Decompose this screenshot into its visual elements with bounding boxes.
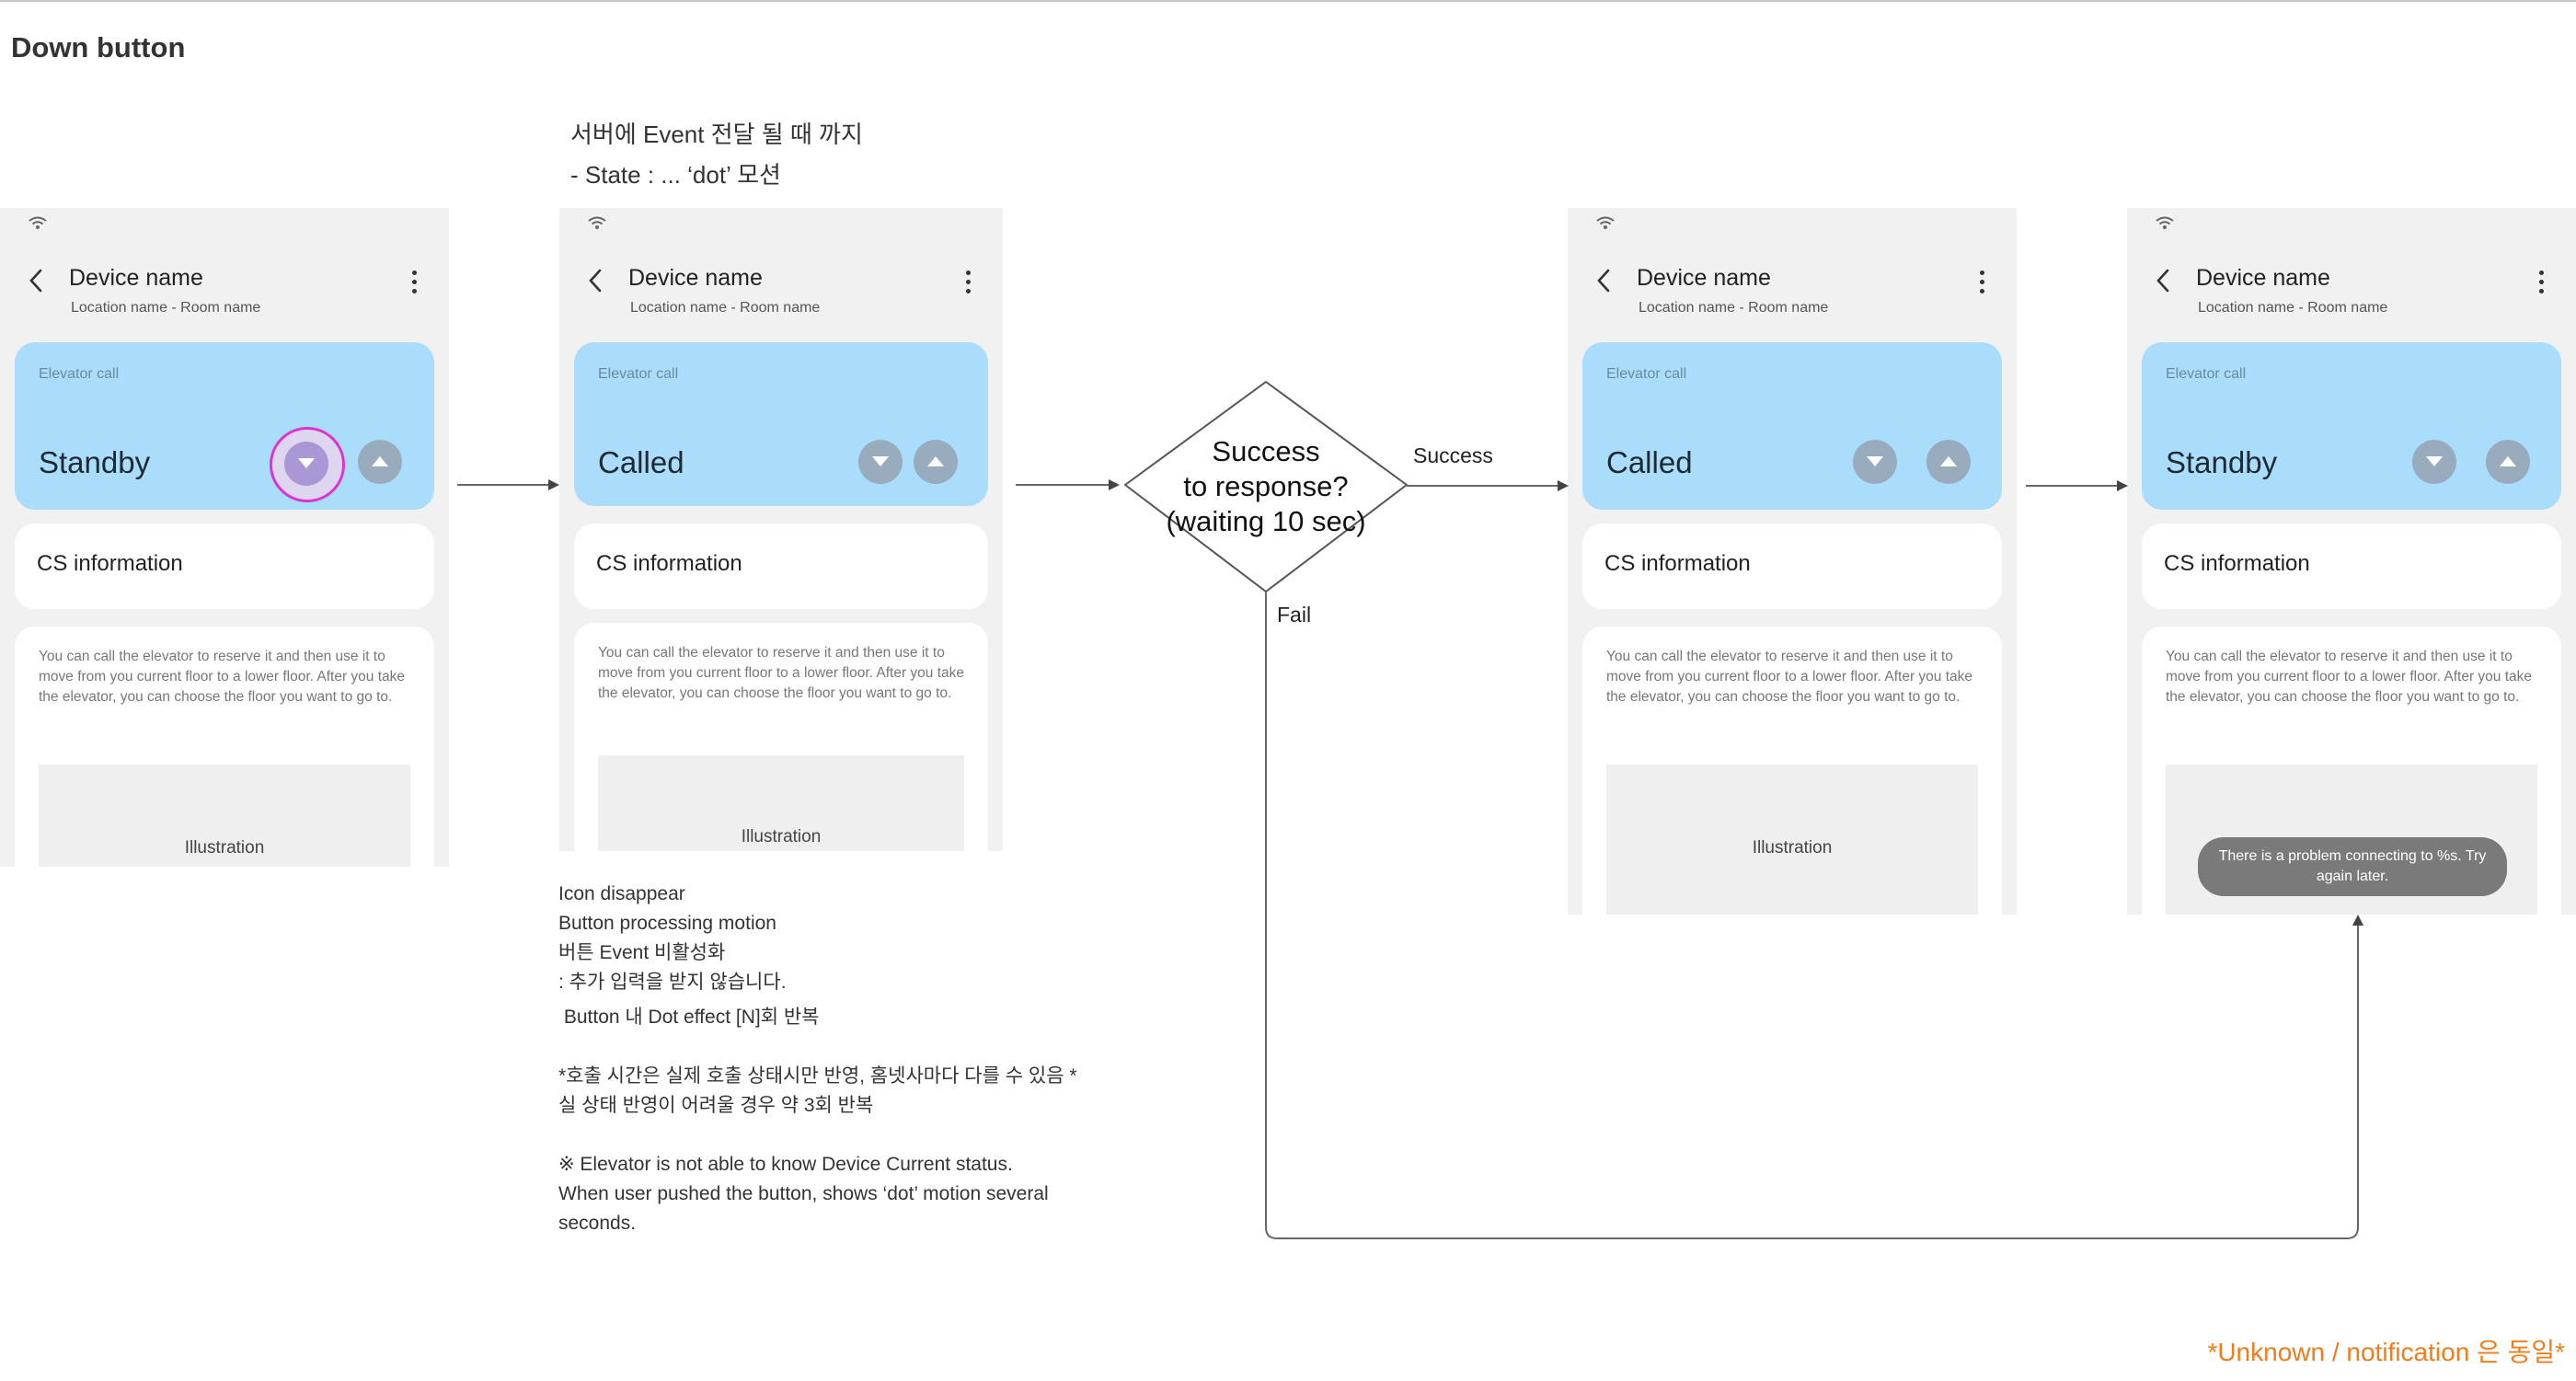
description-line: Button 내 Dot effect [N]회 반복: [558, 1007, 820, 1028]
flow-diagram: [457, 381, 2363, 1239]
description-line: 실 상태 반영이 어려울 경우 약 3회 반복: [558, 1095, 874, 1116]
description-line: Icon disappear: [558, 883, 685, 904]
description-line: 버튼 Event 비활성화: [558, 942, 726, 963]
fail-label: Fail: [1277, 603, 1312, 627]
description-line: ※ Elevator is not able to know Device Cu…: [558, 1154, 1013, 1175]
description-line: When user pushed the button, shows ‘dot’…: [558, 1183, 1049, 1204]
description-line: seconds.: [558, 1213, 637, 1234]
description-line: [558, 1121, 1077, 1150]
description-line: [558, 1032, 1077, 1062]
decision-line-1: Success: [1212, 435, 1320, 467]
description-line: *호출 시간은 실제 호출 상태시만 반영, 홈넷사마다 다를 수 있음 *: [558, 1065, 1077, 1087]
description-line: : 추가 입력을 받지 않습니다.: [558, 972, 787, 993]
decision-line-3: (waiting 10 sec): [1166, 505, 1366, 537]
decision-text: Success to response? (waiting 10 sec): [1119, 434, 1413, 539]
arrow-decision-fail: [1265, 592, 2363, 1239]
success-label: Success: [1413, 443, 1493, 467]
description-block: Icon disappear Button processing motion …: [558, 880, 1077, 1238]
footnote: *Unknown / notification 은 동일*: [2207, 1338, 2565, 1366]
decision-line-2: to response?: [1183, 470, 1349, 502]
description-line: Button processing motion: [558, 913, 776, 934]
